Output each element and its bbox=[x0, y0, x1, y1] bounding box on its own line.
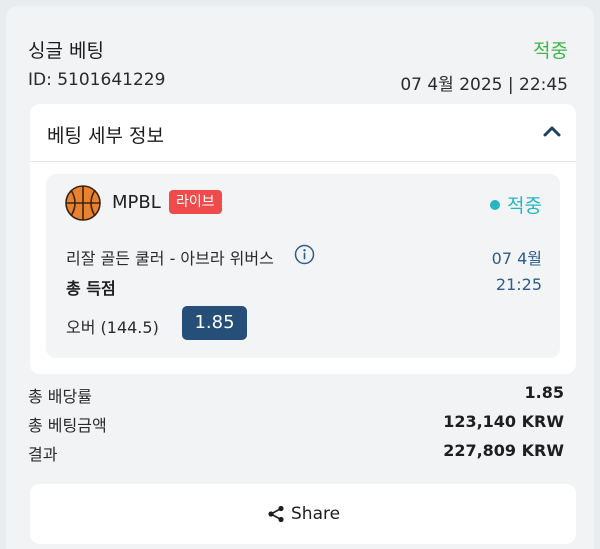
bet-type: 싱글 베팅 bbox=[28, 40, 104, 62]
info-icon[interactable] bbox=[294, 244, 315, 265]
result-value: 227,809 KRW bbox=[443, 441, 564, 460]
basketball-icon bbox=[64, 184, 102, 222]
selection-label: 오버 (144.5) bbox=[66, 318, 159, 337]
stake-value: 123,140 KRW bbox=[443, 412, 564, 431]
live-badge: 라이브 bbox=[169, 190, 222, 214]
match-time: 21:25 bbox=[495, 275, 542, 294]
bet-id: ID: 5101641229 bbox=[28, 70, 166, 90]
chevron-up-icon[interactable] bbox=[538, 118, 566, 146]
total-odds-label: 총 배당률 bbox=[28, 387, 92, 406]
stake-label: 총 베팅금액 bbox=[28, 416, 107, 435]
share-icon bbox=[267, 505, 285, 523]
bet-card: 싱글 베팅 적중 ID: 5101641229 07 4월 2025 | 22:… bbox=[6, 6, 594, 549]
event-status-label: 적중 bbox=[507, 195, 542, 217]
share-button-content: Share bbox=[267, 503, 340, 525]
bet-details-header[interactable]: 베팅 세부 정보 bbox=[30, 104, 576, 162]
status-dot bbox=[490, 200, 501, 210]
odds-badge[interactable]: 1.85 bbox=[182, 306, 247, 340]
share-button[interactable]: Share bbox=[30, 484, 576, 544]
event-status: 적중 bbox=[490, 191, 542, 218]
match-date: 07 4월 bbox=[491, 249, 542, 268]
match-name: 리잘 골든 쿨러 - 아브라 위버스 bbox=[66, 249, 274, 268]
event-card: MPBL 라이브 적중 리잘 골든 쿨러 - 아브라 위버스 07 4월 총 득… bbox=[46, 174, 560, 358]
market-name: 총 득점 bbox=[66, 279, 116, 298]
bet-date: 07 4월 2025 | 22:45 bbox=[400, 75, 568, 95]
league-name: MPBL bbox=[112, 192, 161, 213]
bet-status: 적중 bbox=[533, 40, 568, 62]
share-label: Share bbox=[291, 504, 341, 524]
total-odds-value: 1.85 bbox=[524, 383, 564, 402]
bet-details-title: 베팅 세부 정보 bbox=[47, 125, 164, 147]
bet-details-panel: 베팅 세부 정보 MPBL 라이브 적중 리잘 골든 쿨러 - 아브라 위버스 … bbox=[30, 104, 576, 374]
result-label: 결과 bbox=[28, 445, 58, 464]
